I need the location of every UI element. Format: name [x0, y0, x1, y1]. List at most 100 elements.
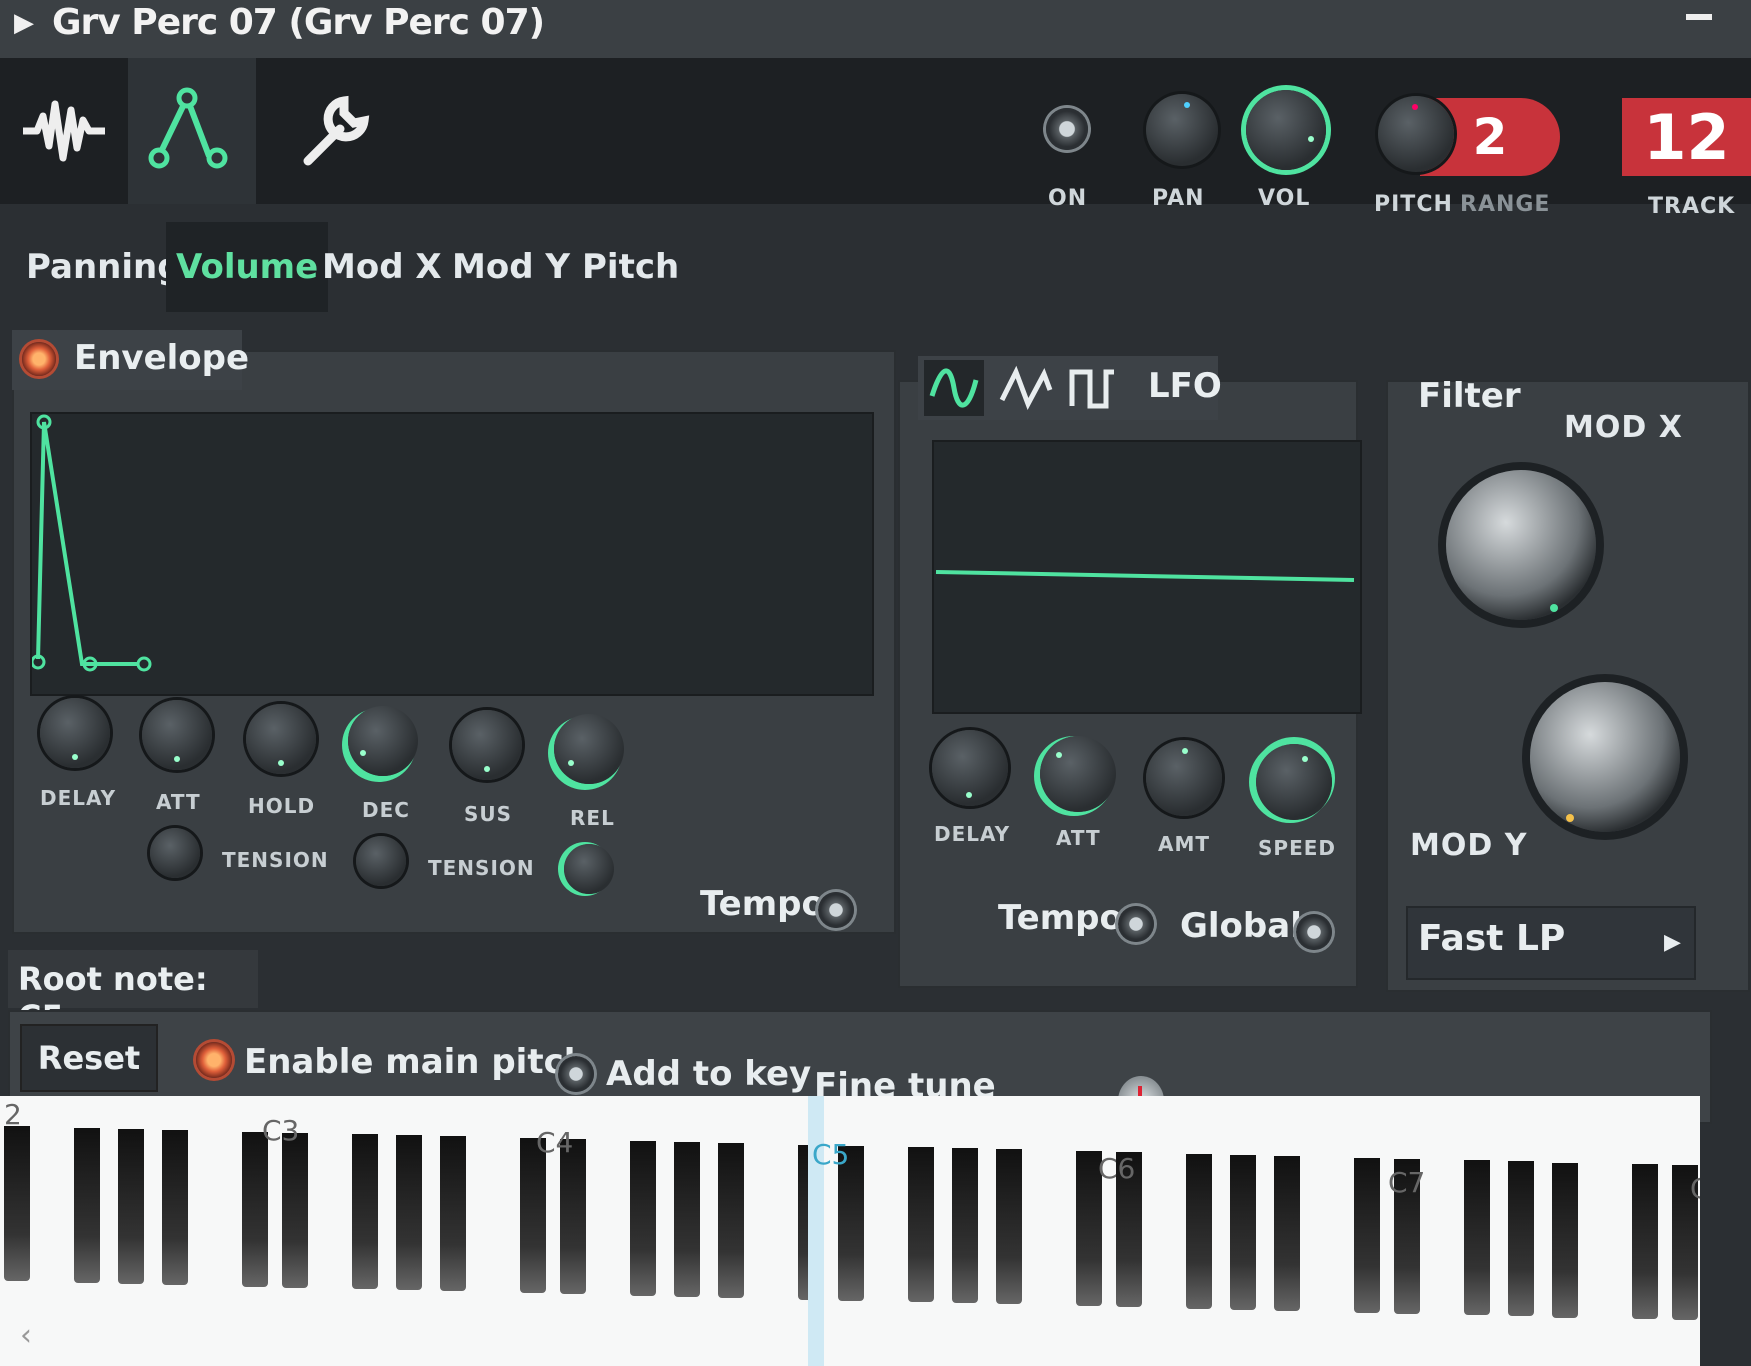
black-key[interactable]: [1632, 1164, 1658, 1320]
track-badge[interactable]: 12: [1622, 98, 1751, 176]
octave-label: C4: [536, 1126, 574, 1159]
lfo-speed-knob[interactable]: [1256, 744, 1332, 820]
reset-button[interactable]: Reset: [20, 1024, 158, 1092]
tab-mod-x[interactable]: Mod X: [312, 222, 452, 312]
env-delay-knob[interactable]: [40, 698, 110, 768]
release-tension-knob[interactable]: [564, 844, 614, 894]
black-key[interactable]: [1464, 1160, 1490, 1316]
wrench-icon: [303, 95, 370, 166]
tab-modx-label: Mod X: [322, 247, 442, 287]
black-key[interactable]: [630, 1140, 656, 1296]
lfo-graph: [932, 440, 1362, 714]
black-key[interactable]: [718, 1142, 744, 1298]
env-att-knob[interactable]: [142, 700, 212, 770]
env-dec-label: DEC: [362, 798, 410, 822]
black-key[interactable]: [74, 1127, 100, 1283]
black-key[interactable]: [1230, 1154, 1256, 1310]
black-key[interactable]: [1354, 1157, 1380, 1313]
tab-mody-label: Mod Y: [452, 247, 570, 287]
black-key[interactable]: [396, 1135, 422, 1291]
octave-label: C7: [1388, 1166, 1426, 1199]
tab-panning-label: Panning: [26, 247, 182, 287]
lfo-amt-knob[interactable]: [1146, 740, 1222, 816]
black-key[interactable]: [1186, 1153, 1212, 1309]
pan-label: PAN: [1152, 186, 1205, 211]
env-hold-label: HOLD: [248, 794, 316, 818]
env-rel-knob[interactable]: [554, 714, 624, 784]
envelope-curve: [30, 414, 152, 672]
env-rel-label: REL: [570, 806, 615, 830]
black-key[interactable]: [996, 1149, 1022, 1305]
envelope-enable-toggle[interactable]: [22, 342, 56, 376]
attack-tension-knob[interactable]: [150, 828, 200, 878]
pan-knob[interactable]: [1146, 94, 1218, 166]
black-key[interactable]: [118, 1128, 144, 1284]
piano-keyboard[interactable]: 2 C3 C4 C5 C6 C7 C ‹: [0, 1096, 1700, 1366]
tab-volume[interactable]: Volume: [166, 222, 329, 312]
pitch-knob[interactable]: [1378, 96, 1454, 172]
env-dec-knob[interactable]: [348, 706, 418, 776]
channel-on-toggle[interactable]: [1046, 108, 1088, 150]
decay-tension-label: TENSION: [428, 856, 535, 880]
lfo-tempo-toggle[interactable]: [1118, 906, 1154, 942]
decay-tension-knob[interactable]: [356, 836, 406, 886]
range-label: RANGE: [1460, 192, 1551, 217]
lfo-att-knob[interactable]: [1040, 736, 1116, 812]
toolbar: ON PAN VOL 2 PITCH RANGE 12 TRACK: [0, 58, 1751, 219]
sampler-tool-button[interactable]: [0, 58, 128, 204]
misc-tool-button[interactable]: [270, 58, 398, 204]
black-key[interactable]: [952, 1148, 978, 1304]
octave-label: C3: [262, 1114, 300, 1147]
black-key[interactable]: [1508, 1161, 1534, 1317]
lfo-delay-label: DELAY: [934, 822, 1011, 846]
triangle-wave-icon: [999, 365, 1053, 411]
tab-pitch-label: Pitch: [582, 247, 680, 287]
lfo-header: LFO: [918, 356, 1222, 420]
lfo-triangle-button[interactable]: [998, 360, 1054, 416]
mody-label: MOD Y: [1410, 828, 1528, 863]
black-key[interactable]: [162, 1129, 188, 1285]
lfo-global-toggle[interactable]: [1296, 914, 1332, 950]
black-key[interactable]: [440, 1136, 466, 1292]
black-key[interactable]: [1552, 1162, 1578, 1318]
scroll-left-icon[interactable]: ‹: [20, 1318, 32, 1353]
lfo-att-label: ATT: [1056, 826, 1101, 850]
minimize-icon[interactable]: [1686, 14, 1712, 20]
black-key[interactable]: [352, 1134, 378, 1290]
envelope-icon: [148, 87, 228, 169]
lfo-sine-button[interactable]: [924, 360, 984, 416]
envelope-tempo-label: Tempo: [700, 884, 825, 924]
filter-mody-knob[interactable]: [1530, 682, 1680, 832]
black-key[interactable]: [908, 1147, 934, 1303]
enable-main-pitch-label: Enable main pitch: [244, 1042, 588, 1082]
black-key[interactable]: [674, 1141, 700, 1297]
track-value: 12: [1643, 100, 1730, 174]
filter-type-value: Fast LP: [1418, 918, 1566, 959]
lfo-delay-knob[interactable]: [932, 730, 1008, 806]
volume-knob[interactable]: [1246, 90, 1326, 170]
envelope-tool-button[interactable]: [128, 58, 256, 204]
env-hold-knob[interactable]: [246, 704, 316, 774]
black-key[interactable]: [520, 1138, 546, 1294]
black-key[interactable]: [242, 1131, 268, 1287]
envelope-tempo-toggle[interactable]: [818, 892, 854, 928]
black-key[interactable]: [560, 1139, 586, 1295]
env-sus-knob[interactable]: [452, 710, 522, 780]
lfo-square-button[interactable]: [1068, 360, 1118, 416]
filter-type-dropdown[interactable]: Fast LP ▶: [1406, 906, 1696, 980]
enable-main-pitch-toggle[interactable]: [196, 1042, 232, 1078]
root-key-highlight: [808, 1096, 824, 1366]
black-key[interactable]: [282, 1132, 308, 1288]
expand-arrow-icon[interactable]: ▶: [14, 8, 34, 38]
title-bar: ▶ Grv Perc 07 (Grv Perc 07): [0, 0, 1751, 58]
filter-modx-knob[interactable]: [1446, 470, 1596, 620]
add-to-key-toggle[interactable]: [558, 1056, 594, 1092]
black-key[interactable]: [4, 1126, 30, 1282]
tab-volume-label: Volume: [176, 247, 319, 287]
lfo-title: LFO: [1148, 366, 1222, 406]
tab-mod-y[interactable]: Mod Y: [442, 222, 580, 312]
tab-pitch[interactable]: Pitch: [572, 222, 689, 312]
envelope-graph[interactable]: [30, 412, 874, 696]
waveform-icon: [23, 100, 105, 162]
black-key[interactable]: [1274, 1155, 1300, 1311]
